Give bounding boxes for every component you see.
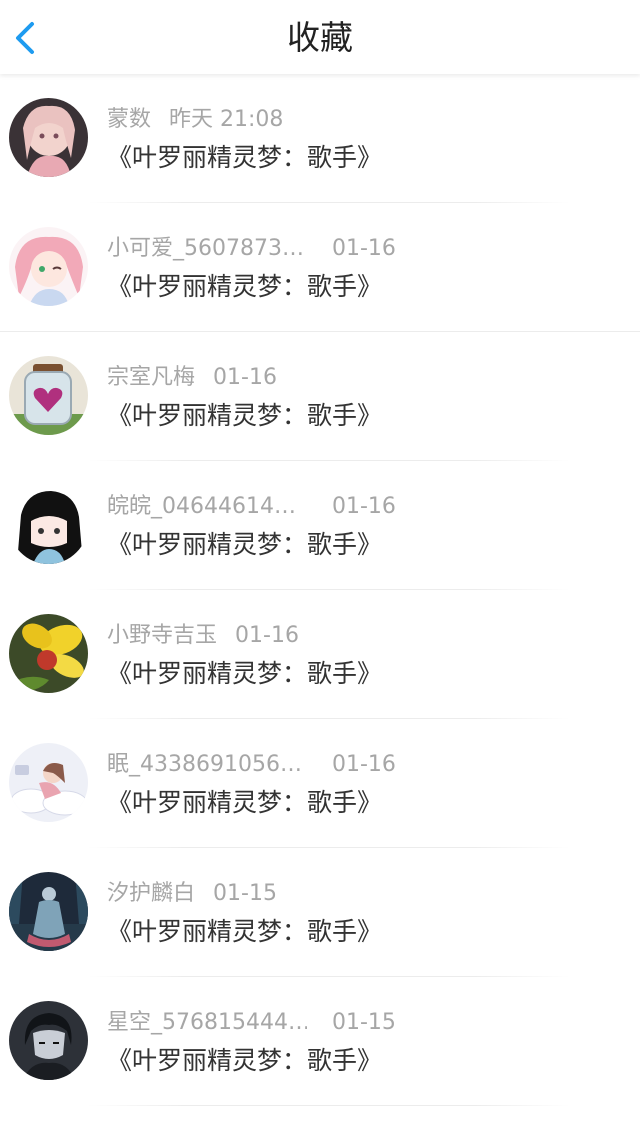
favorite-title[interactable]: 《叶罗丽精灵梦：歌手》	[107, 140, 382, 176]
item-meta: 蒙数 昨天 21:08	[107, 104, 283, 136]
user-name[interactable]: 宗室凡梅	[107, 362, 195, 394]
list-item[interactable]: 宗室凡梅 01-16 《叶罗丽精灵梦：歌手》	[0, 332, 640, 461]
favorite-title[interactable]: 《叶罗丽精灵梦：歌手》	[107, 785, 382, 821]
item-meta: 宗室凡梅 01-16	[107, 362, 277, 394]
avatar[interactable]	[9, 227, 88, 306]
nav-bar: 收藏	[0, 0, 640, 74]
favorite-title[interactable]: 《叶罗丽精灵梦：歌手》	[107, 269, 382, 305]
avatar[interactable]	[9, 356, 88, 435]
favorite-title[interactable]: 《叶罗丽精灵梦：歌手》	[107, 398, 382, 434]
favorite-title[interactable]: 《叶罗丽精灵梦：歌手》	[107, 1043, 382, 1079]
timestamp: 01-16	[332, 494, 396, 519]
avatar[interactable]	[9, 98, 88, 177]
avatar[interactable]	[9, 743, 88, 822]
timestamp: 01-16	[332, 752, 396, 777]
user-name[interactable]: 皖皖_04644614…	[107, 491, 307, 523]
item-meta: 汐护麟白 01-15	[107, 878, 277, 910]
avatar[interactable]	[9, 872, 88, 951]
list-item[interactable]: 皖皖_04644614… 01-16 《叶罗丽精灵梦：歌手》	[0, 461, 640, 590]
list-item[interactable]: 眠_4338691056… 01-16 《叶罗丽精灵梦：歌手》	[0, 719, 640, 848]
user-name[interactable]: 蒙数	[107, 104, 151, 136]
user-name[interactable]: 汐护麟白	[107, 878, 195, 910]
list-item[interactable]: 汐护麟白 01-15 《叶罗丽精灵梦：歌手》	[0, 848, 640, 977]
timestamp: 昨天 21:08	[169, 107, 284, 132]
divider	[88, 1105, 570, 1106]
timestamp: 01-16	[332, 236, 396, 261]
avatar[interactable]	[9, 1001, 88, 1080]
timestamp: 01-16	[235, 623, 299, 648]
timestamp: 01-15	[213, 881, 277, 906]
favorite-title[interactable]: 《叶罗丽精灵梦：歌手》	[107, 656, 382, 692]
list-item[interactable]: 小可爱_5607873… 01-16 《叶罗丽精灵梦：歌手》	[0, 203, 640, 332]
favorite-title[interactable]: 《叶罗丽精灵梦：歌手》	[107, 527, 382, 563]
user-name[interactable]: 小野寺吉玉	[107, 620, 217, 652]
avatar[interactable]	[9, 614, 88, 693]
list-item[interactable]: 星空_576815444… 01-15 《叶罗丽精灵梦：歌手》	[0, 977, 640, 1106]
item-meta: 小可爱_5607873… 01-16	[107, 233, 396, 265]
item-meta: 星空_576815444… 01-15	[107, 1007, 396, 1039]
page-title: 收藏	[287, 18, 353, 57]
item-meta: 眠_4338691056… 01-16	[107, 749, 396, 781]
item-meta: 皖皖_04644614… 01-16	[107, 491, 396, 523]
avatar[interactable]	[9, 485, 88, 564]
item-meta: 小野寺吉玉 01-16	[107, 620, 299, 652]
user-name[interactable]: 星空_576815444…	[107, 1007, 307, 1039]
timestamp: 01-15	[332, 1010, 396, 1035]
user-name[interactable]: 小可爱_5607873…	[107, 233, 307, 265]
timestamp: 01-16	[213, 365, 277, 390]
list-item[interactable]: 小野寺吉玉 01-16 《叶罗丽精灵梦：歌手》	[0, 590, 640, 719]
user-name[interactable]: 眠_4338691056…	[107, 749, 307, 781]
list-item[interactable]: 蒙数 昨天 21:08 《叶罗丽精灵梦：歌手》	[0, 74, 640, 203]
favorites-list: 蒙数 昨天 21:08 《叶罗丽精灵梦：歌手》 小可爱_5607873… 01-16…	[0, 74, 640, 1106]
favorite-title[interactable]: 《叶罗丽精灵梦：歌手》	[107, 914, 382, 950]
